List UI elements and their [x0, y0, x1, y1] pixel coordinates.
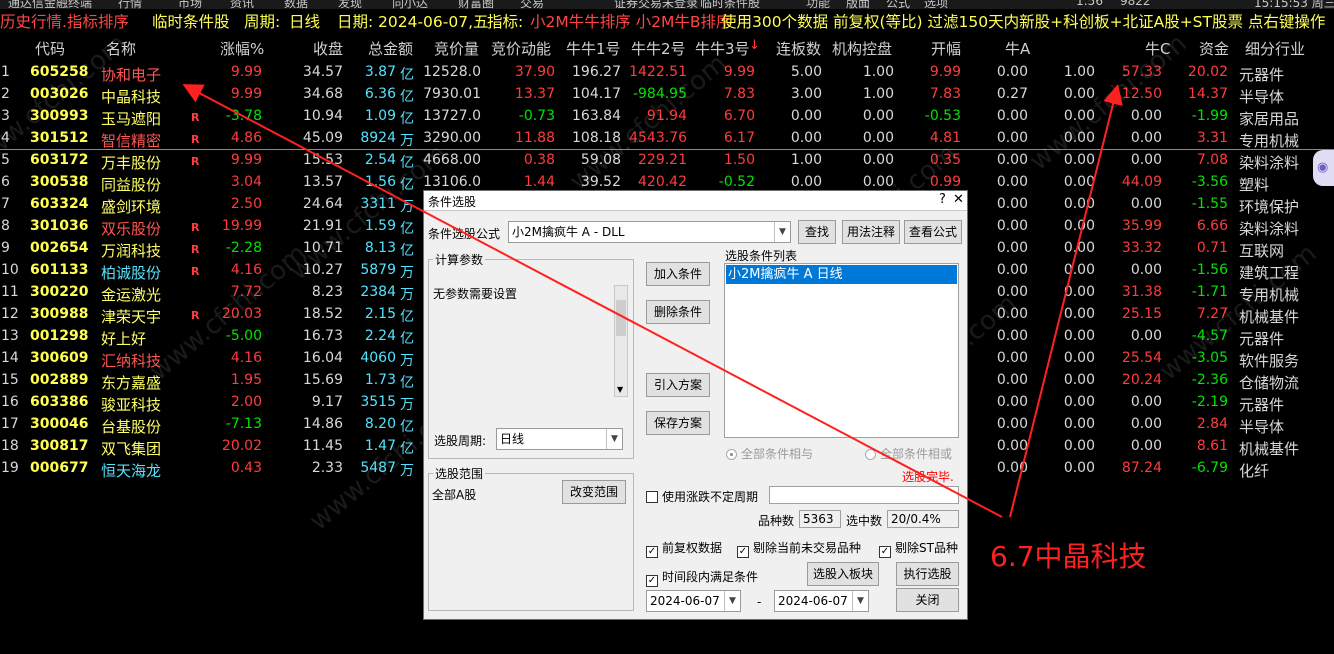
chevron-down-icon[interactable]: ▼ — [774, 222, 790, 242]
chk-fq-label: 前复权数据 — [662, 541, 723, 555]
stock-count-field: 5363 — [799, 510, 841, 528]
radio-or-label: 全部条件相或 — [880, 447, 953, 461]
date-to-select[interactable]: 2024-06-07 ▼ — [774, 590, 869, 612]
chk-st-label: 剔除ST品种 — [895, 541, 958, 555]
chk-timeframe[interactable]: ✓ 时间段内满足条件 — [646, 568, 758, 587]
close-button[interactable]: 关闭 — [896, 588, 959, 612]
radio-dot — [865, 449, 876, 460]
checkbox-box — [646, 491, 658, 503]
help-icon[interactable]: ? — [939, 192, 946, 207]
import-scheme-button[interactable]: 引入方案 — [646, 373, 710, 397]
chk-st[interactable]: ✓ 剔除ST品种 — [879, 539, 958, 558]
scroll-down-icon[interactable]: ▼ — [617, 385, 623, 394]
dialog-title: 条件选股 — [428, 195, 477, 209]
chk-notrade-label: 剔除当前未交易品种 — [753, 541, 862, 555]
add-condition-button[interactable]: 加入条件 — [646, 262, 710, 286]
stock-count-value: 5363 — [803, 512, 834, 526]
hit-value: 20/0.4% — [891, 512, 941, 526]
chat-bubble-icon[interactable]: ◉ — [1317, 160, 1328, 175]
chk-timeframe-label: 时间段内满足条件 — [662, 570, 759, 584]
checkbox-box: ✓ — [737, 546, 749, 558]
hit-label: 选中数 — [846, 514, 883, 528]
range-text: 全部A股 — [432, 488, 477, 502]
chk-notrade[interactable]: ✓ 剔除当前未交易品种 — [737, 539, 861, 558]
formula-value: 小2M擒疯牛 A - DLL — [512, 225, 625, 239]
radio-dot — [726, 449, 737, 460]
save-scheme-button[interactable]: 保存方案 — [646, 411, 710, 435]
scroll-thumb[interactable] — [616, 300, 626, 336]
date-separator: - — [757, 595, 762, 609]
chk-fq[interactable]: ✓ 前复权数据 — [646, 539, 722, 558]
done-status: 选股完毕. — [902, 470, 954, 484]
params-text: 无参数需要设置 — [433, 287, 518, 301]
condition-list-label: 选股条件列表 — [725, 249, 798, 263]
formula-select[interactable]: 小2M擒疯牛 A - DLL ▼ — [508, 221, 791, 243]
execute-button[interactable]: 执行选股 — [896, 562, 959, 586]
date-from-value: 2024-06-07 — [650, 594, 720, 608]
dialog-titlebar[interactable]: 条件选股 ? ✕ — [424, 191, 967, 211]
find-button[interactable]: 查找 — [798, 220, 836, 244]
side-widget[interactable]: ◉ — [1313, 150, 1334, 186]
chevron-down-icon[interactable]: ▼ — [724, 591, 740, 611]
chevron-down-icon[interactable]: ▼ — [606, 429, 622, 449]
condition-list[interactable]: 小2M擒疯牛 A 日线 — [724, 263, 959, 438]
view-formula-button[interactable]: 查看公式 — [904, 220, 962, 244]
chk-uncertain[interactable]: 使用涨跌不定周期 — [646, 488, 758, 505]
watermark-text: www.cfchi.com — [1154, 239, 1323, 387]
radio-and[interactable]: 全部条件相与 — [726, 445, 813, 462]
formula-label: 条件选股公式 — [428, 227, 501, 241]
uncertain-field[interactable] — [769, 486, 959, 504]
params-group-label: 计算参数 — [433, 251, 486, 268]
to-block-button[interactable]: 选股入板块 — [807, 562, 879, 586]
checkbox-box: ✓ — [646, 575, 658, 587]
annotation-label: 6.7中晶科技 — [990, 540, 1147, 573]
stock-count-label: 品种数 — [758, 514, 795, 528]
radio-and-label: 全部条件相与 — [741, 447, 814, 461]
close-icon[interactable]: ✕ — [953, 192, 964, 207]
condition-list-item[interactable]: 小2M擒疯牛 A 日线 — [726, 265, 957, 284]
change-range-button[interactable]: 改变范围 — [562, 480, 626, 504]
stock-screener-dialog: 条件选股 ? ✕ 条件选股公式 小2M擒疯牛 A - DLL ▼ 查找 用法注释… — [423, 190, 968, 620]
date-from-select[interactable]: 2024-06-07 ▼ — [646, 590, 741, 612]
params-scrollbar[interactable] — [614, 285, 628, 397]
radio-or[interactable]: 全部条件相或 — [865, 445, 952, 462]
watermark-text: www.cfchi.com — [564, 49, 733, 197]
usage-button[interactable]: 用法注释 — [842, 220, 900, 244]
watermark-text: www.cfchi.com — [1024, 29, 1193, 177]
hit-field: 20/0.4% — [887, 510, 959, 528]
date-to-value: 2024-06-07 — [778, 594, 848, 608]
period-select-value: 日线 — [500, 432, 525, 446]
period-select[interactable]: 日线 ▼ — [496, 428, 623, 450]
checkbox-box: ✓ — [879, 546, 891, 558]
chevron-down-icon[interactable]: ▼ — [852, 591, 868, 611]
checkbox-box: ✓ — [646, 546, 658, 558]
delete-condition-button[interactable]: 删除条件 — [646, 300, 710, 324]
range-group-label: 选股范围 — [433, 465, 486, 482]
watermark-text: www.cfchi.com — [0, 29, 133, 177]
period-label: 选股周期: — [434, 434, 487, 448]
chk-uncertain-label: 使用涨跌不定周期 — [662, 490, 759, 504]
